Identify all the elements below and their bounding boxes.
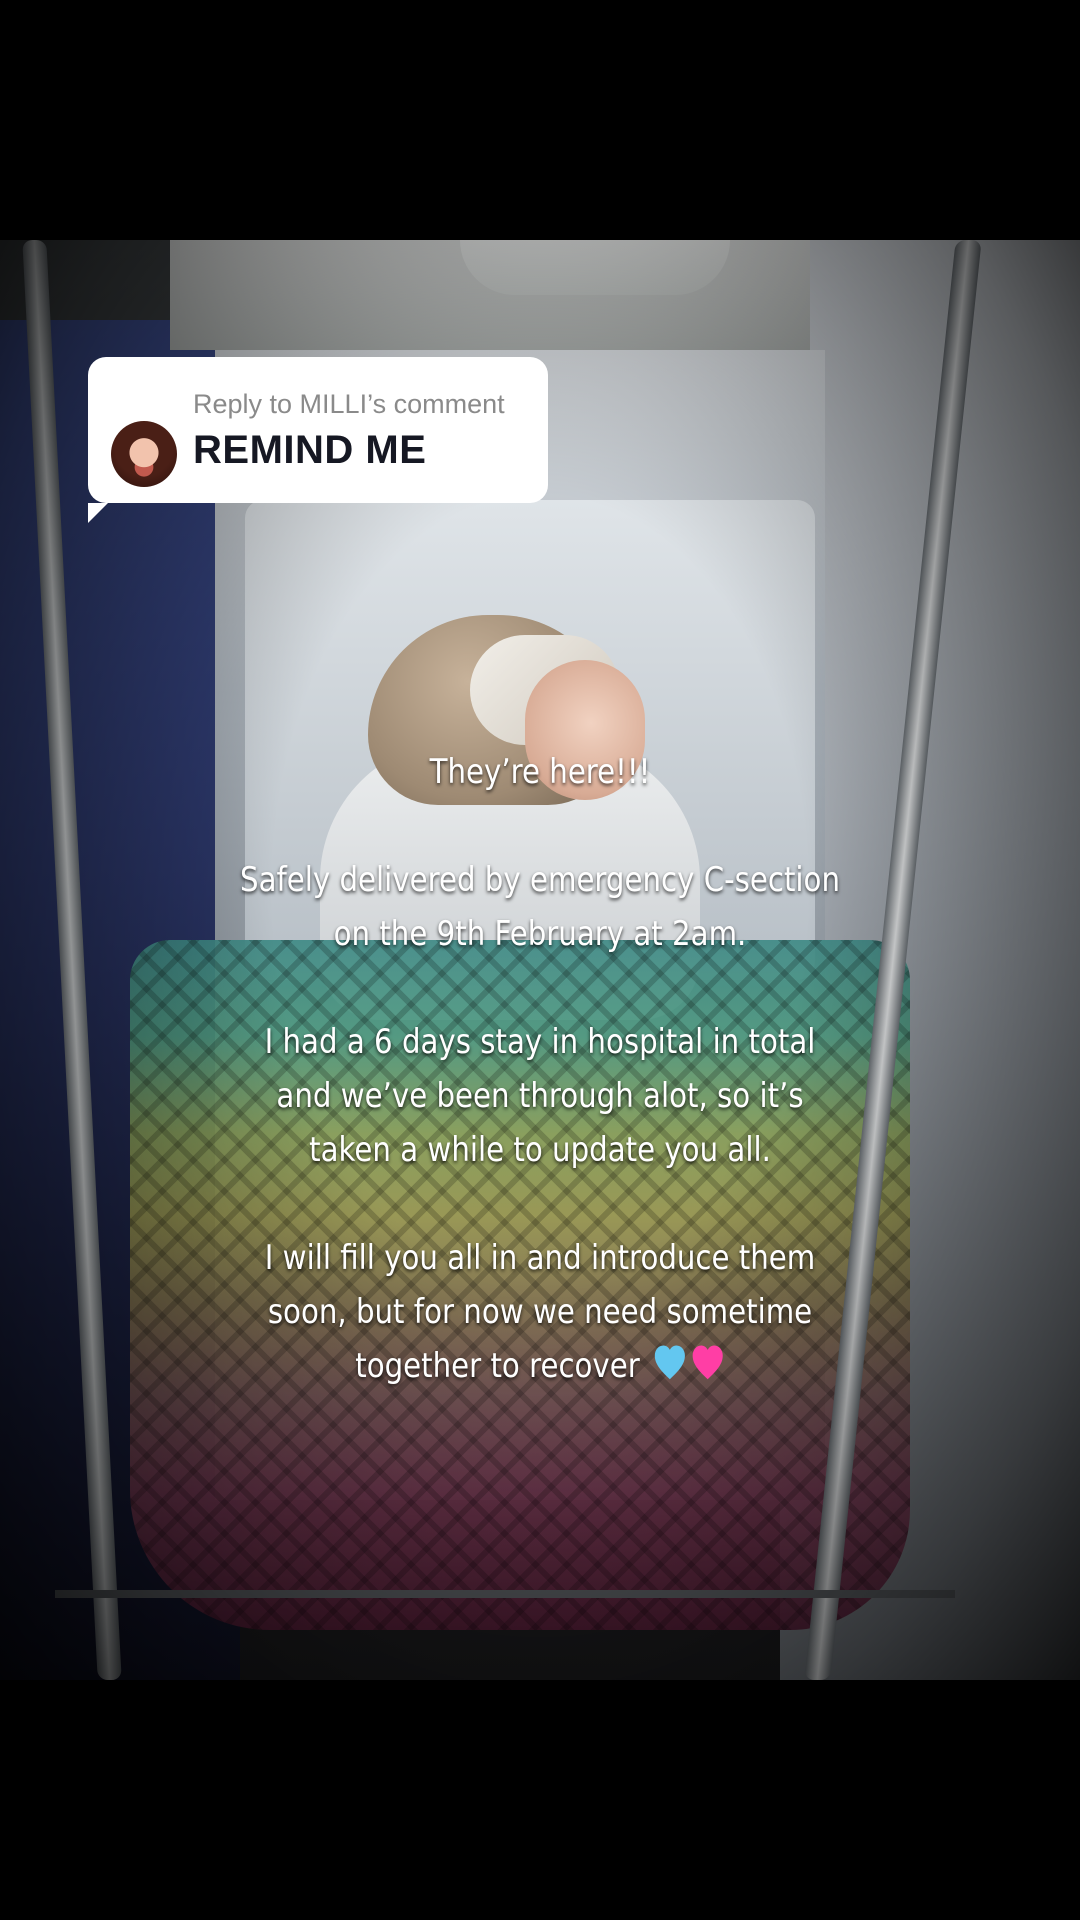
replied-comment-text: REMIND ME (193, 428, 427, 472)
caption-overlay: They’re here!!! Safely delivered by emer… (239, 745, 841, 1393)
caption-line-1: They’re here!!! (429, 752, 651, 792)
reply-to-label: Reply to MILLI’s comment (193, 389, 505, 419)
bubble-tail (88, 503, 108, 523)
pink-heart-icon (690, 1343, 724, 1383)
caption-line-3: I had a 6 days stay in hospital in total… (264, 1022, 816, 1170)
caption-line-2: Safely delivered by emergency C-section … (240, 860, 840, 954)
reply-comment-sticker[interactable]: Reply to MILLI’s comment REMIND ME (88, 357, 548, 523)
avatar[interactable] (111, 421, 177, 487)
caption-line-4-text: I will fill you all in and introduce the… (264, 1238, 816, 1386)
caption-line-4: I will fill you all in and introduce the… (239, 1231, 841, 1393)
light-blue-heart-icon (652, 1343, 686, 1383)
